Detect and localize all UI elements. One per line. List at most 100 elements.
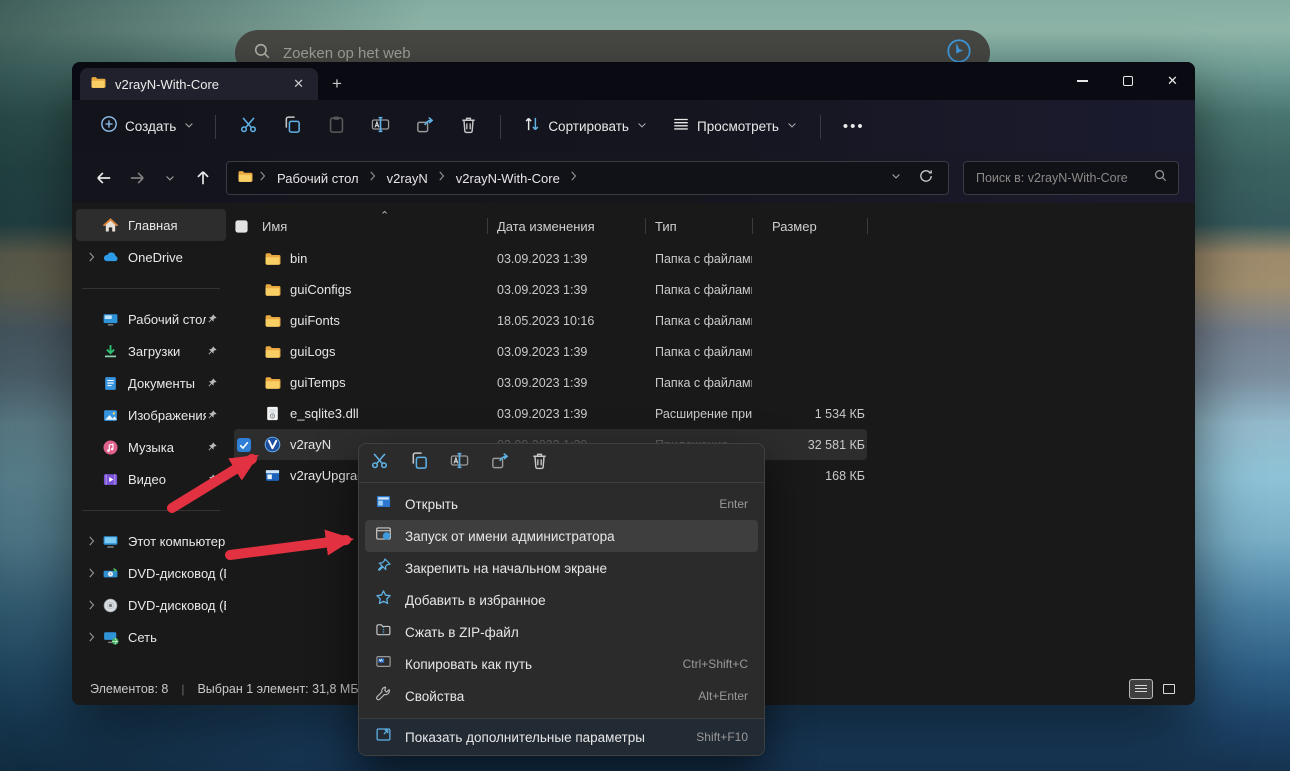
menu-item-5[interactable]: Копировать как путьCtrl+Shift+C xyxy=(365,648,758,680)
menu-item-shortcut: Shift+F10 xyxy=(696,730,748,744)
file-row-guiconfigs[interactable]: guiConfigs03.09.2023 1:39Папка с файлами xyxy=(234,274,867,305)
checked-checkbox[interactable] xyxy=(236,437,252,453)
file-size: 32 581 КБ xyxy=(752,438,867,452)
menu-item-2[interactable]: Закрепить на начальном экране xyxy=(365,552,758,584)
breadcrumb-segment[interactable]: v2rayN-With-Core xyxy=(452,169,564,188)
sidebar-item-музыка[interactable]: Музыка xyxy=(76,431,226,463)
context-menu-icon-strip xyxy=(359,444,764,483)
search-input[interactable] xyxy=(974,170,1147,186)
sidebar-item-label: Загрузки xyxy=(128,344,206,359)
sidebar-item-загрузки[interactable]: Загрузки xyxy=(76,335,226,367)
share-button[interactable] xyxy=(485,448,513,478)
sidebar-item-этот-компьютер[interactable]: Этот компьютер xyxy=(76,525,226,557)
delete-button[interactable] xyxy=(525,448,553,478)
forward-button[interactable] xyxy=(121,162,152,194)
column-header-date[interactable]: Дата изменения xyxy=(487,219,645,234)
chevron-right-icon[interactable] xyxy=(84,631,100,643)
paste-button[interactable] xyxy=(314,109,358,145)
column-divider[interactable] xyxy=(867,218,868,234)
sidebar-item-документы[interactable]: Документы xyxy=(76,367,226,399)
address-dropdown-icon[interactable] xyxy=(890,169,902,187)
chevron-right-icon[interactable] xyxy=(84,567,100,579)
close-button[interactable]: ✕ xyxy=(1150,62,1195,100)
file-row-e-sqlite3-dll[interactable]: e_sqlite3.dll03.09.2023 1:39Расширение п… xyxy=(234,398,867,429)
chevron-right-icon[interactable] xyxy=(84,599,100,611)
column-divider[interactable] xyxy=(487,218,488,234)
sidebar-item-главная[interactable]: Главная xyxy=(76,209,226,241)
tab-v2rayn-with-core[interactable]: v2rayN-With-Core ✕ xyxy=(80,68,318,100)
sidebar-item-onedrive[interactable]: OneDrive xyxy=(76,241,226,273)
column-header-name[interactable]: Имя xyxy=(234,219,487,234)
toolbar-divider xyxy=(820,115,821,139)
details-view-toggle[interactable] xyxy=(1129,679,1153,699)
chevron-right-icon[interactable] xyxy=(84,251,100,263)
sort-ascending-icon: ⌃ xyxy=(380,209,389,222)
sidebar-item-изображения[interactable]: Изображения xyxy=(76,399,226,431)
column-header-type[interactable]: Тип xyxy=(645,219,752,234)
column-divider[interactable] xyxy=(752,218,753,234)
file-size: 1 534 КБ xyxy=(752,407,867,421)
column-header-size[interactable]: Размер xyxy=(752,219,867,234)
view-button[interactable]: Просмотреть xyxy=(660,109,810,145)
up-button[interactable] xyxy=(187,162,218,194)
breadcrumb[interactable]: Рабочий стол v2rayN v2rayN-With-Core xyxy=(226,161,949,195)
sidebar-item-видео[interactable]: Видео xyxy=(76,463,226,495)
sort-icon xyxy=(523,115,541,138)
breadcrumb-chevron-icon xyxy=(568,169,580,187)
sidebar-item-сеть[interactable]: Сеть xyxy=(76,621,226,653)
back-button[interactable] xyxy=(88,162,119,194)
cut-button[interactable] xyxy=(365,448,393,478)
thumbnail-view-toggle[interactable] xyxy=(1157,679,1181,699)
breadcrumb-segment[interactable]: v2rayN xyxy=(383,169,432,188)
sidebar-item-label: DVD-дисковод (D:) xyxy=(128,566,226,581)
new-button[interactable]: Создать xyxy=(90,109,205,145)
file-row-guifonts[interactable]: guiFonts18.05.2023 10:16Папка с файлами xyxy=(234,305,867,336)
copy-button[interactable] xyxy=(270,109,314,145)
breadcrumb-chevron-icon xyxy=(257,169,269,187)
column-header-label: Тип xyxy=(655,219,677,234)
select-all-checkbox[interactable] xyxy=(234,219,249,234)
column-divider[interactable] xyxy=(645,218,646,234)
sidebar-item-dvd-дисковод-e-[interactable]: DVD-дисковод (E:) xyxy=(76,589,226,621)
tab-close-icon[interactable]: ✕ xyxy=(289,76,308,92)
menu-item-6[interactable]: СвойстваAlt+Enter xyxy=(365,680,758,712)
sort-button[interactable]: Сортировать xyxy=(511,109,660,145)
refresh-icon[interactable] xyxy=(918,168,934,189)
share-icon xyxy=(415,115,434,139)
file-row-guilogs[interactable]: guiLogs03.09.2023 1:39Папка с файлами xyxy=(234,336,867,367)
sidebar-item-dvd-дисковод-d-[interactable]: DVD-дисковод (D:) xyxy=(76,557,226,589)
rename-icon xyxy=(450,451,469,475)
menu-item-3[interactable]: Добавить в избранное xyxy=(365,584,758,616)
cut-button[interactable] xyxy=(226,109,270,145)
search-box[interactable] xyxy=(963,161,1179,195)
v2rayn-icon xyxy=(264,436,281,453)
command-bar: Создать Сортировать Просмотреть ••• xyxy=(72,100,1195,153)
more-options-button[interactable]: ••• xyxy=(831,118,877,135)
menu-item-1[interactable]: Запуск от имени администратора xyxy=(365,520,758,552)
file-row-bin[interactable]: bin03.09.2023 1:39Папка с файлами xyxy=(234,243,867,274)
file-row-guitemps[interactable]: guiTemps03.09.2023 1:39Папка с файлами xyxy=(234,367,867,398)
rename-button[interactable] xyxy=(445,448,473,478)
menu-item-0[interactable]: ОткрытьEnter xyxy=(365,488,758,520)
recent-locations-button[interactable] xyxy=(154,162,185,194)
menu-item-label: Добавить в избранное xyxy=(405,593,546,608)
maximize-button[interactable] xyxy=(1105,62,1150,100)
sidebar-item-рабочий-стол[interactable]: Рабочий стол xyxy=(76,303,226,335)
new-tab-button[interactable]: + xyxy=(318,68,356,100)
minimize-button[interactable] xyxy=(1060,62,1105,100)
menu-item-4[interactable]: Сжать в ZIP-файл xyxy=(365,616,758,648)
app-window-icon xyxy=(264,467,281,484)
copy-button[interactable] xyxy=(405,448,433,478)
file-name: v2rayN xyxy=(290,437,331,452)
chevron-right-icon[interactable] xyxy=(84,535,100,547)
paste-icon xyxy=(327,115,346,139)
breadcrumb-segment[interactable]: Рабочий стол xyxy=(273,169,363,188)
rename-button[interactable] xyxy=(358,109,402,145)
delete-button[interactable] xyxy=(446,109,490,145)
window-controls: ✕ xyxy=(1060,62,1195,100)
folder-icon xyxy=(264,281,281,298)
share-button[interactable] xyxy=(402,109,446,145)
copy-path-icon xyxy=(375,653,392,675)
onedrive-icon xyxy=(100,249,120,266)
menu-item-7[interactable]: Показать дополнительные параметрыShift+F… xyxy=(359,718,764,755)
